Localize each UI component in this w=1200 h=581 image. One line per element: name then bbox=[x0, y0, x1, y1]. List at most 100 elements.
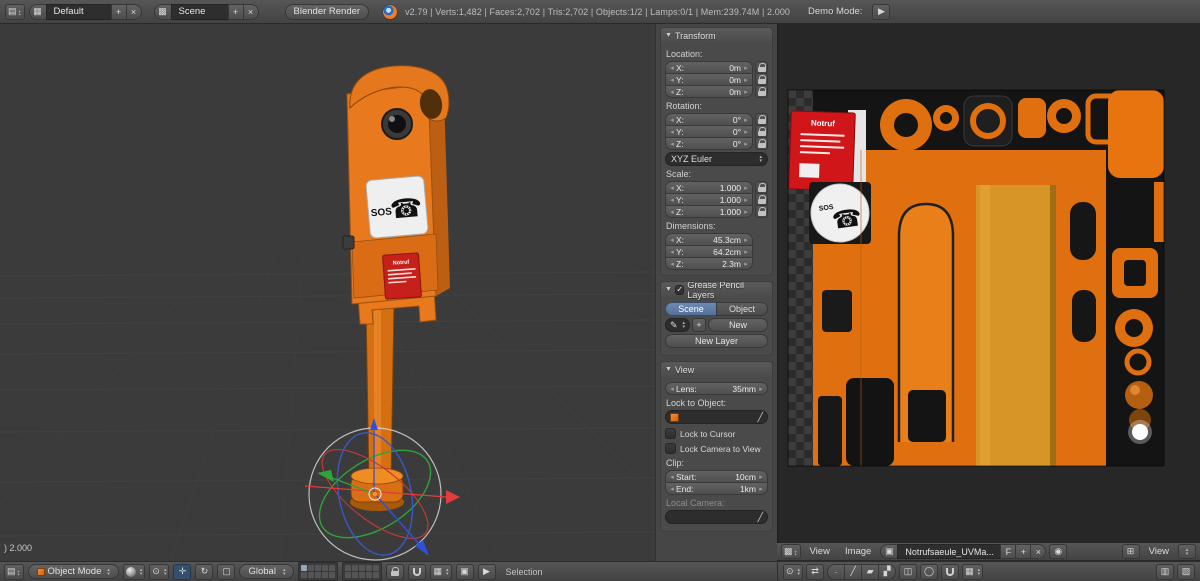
decrement-arrow-icon[interactable] bbox=[669, 260, 675, 268]
lens-field[interactable]: Lens: 35mm bbox=[665, 382, 768, 395]
layout-name-field[interactable]: Default bbox=[45, 3, 112, 20]
opengl-render-image-button[interactable]: ▣ bbox=[455, 563, 474, 580]
grease-pencil-panel-header[interactable]: ▼ Grease Pencil Layers bbox=[661, 282, 772, 300]
increment-arrow-icon[interactable] bbox=[743, 208, 749, 216]
select-mode-edge-button[interactable]: ╱ bbox=[844, 563, 863, 580]
region-expand-icon[interactable]: ⊞ bbox=[1121, 544, 1140, 559]
increment-arrow-icon[interactable] bbox=[743, 236, 749, 244]
scale-z-field[interactable]: Z: 1.000 bbox=[665, 205, 753, 218]
increment-arrow-icon[interactable] bbox=[743, 140, 749, 148]
uv-image-editor[interactable]: Notruf SOS ☎ bbox=[777, 24, 1200, 543]
browse-scenes-button[interactable]: ▩ bbox=[153, 3, 172, 20]
dimensions-z-field[interactable]: Z: 2.3m bbox=[665, 257, 753, 270]
tab-object[interactable]: Object bbox=[716, 302, 768, 316]
browse-layouts-button[interactable]: ▦ bbox=[28, 3, 47, 20]
rotation-mode-dropdown[interactable]: XYZ Euler bbox=[665, 152, 768, 166]
lock-location-z-button[interactable] bbox=[755, 85, 768, 98]
decrement-arrow-icon[interactable] bbox=[669, 208, 675, 216]
snap-element-dropdown[interactable]: ▦ bbox=[430, 563, 452, 580]
layer-buttons-left[interactable] bbox=[298, 562, 339, 581]
increment-arrow-icon[interactable] bbox=[743, 76, 749, 84]
viewport-editor-type-dropdown[interactable]: ▤ bbox=[4, 563, 24, 580]
increment-arrow-icon[interactable] bbox=[743, 128, 749, 136]
pivot-point-dropdown[interactable]: ⊙ bbox=[149, 563, 170, 580]
decrement-arrow-icon[interactable] bbox=[669, 485, 675, 493]
blender-logo-icon[interactable] bbox=[383, 4, 398, 19]
layer-buttons-right[interactable] bbox=[342, 562, 383, 581]
manipulator-translate-button[interactable]: ✛ bbox=[173, 563, 192, 580]
delete-layout-button[interactable]: × bbox=[125, 3, 142, 20]
fake-user-button[interactable]: F bbox=[1000, 544, 1017, 559]
decrement-arrow-icon[interactable] bbox=[669, 128, 675, 136]
uv-scopes-toggle-button[interactable]: ▧ bbox=[1177, 563, 1195, 580]
decrement-arrow-icon[interactable] bbox=[669, 184, 675, 192]
lock-rotation-y-button[interactable] bbox=[755, 125, 768, 138]
layer-cell[interactable] bbox=[322, 565, 329, 571]
uv-snap-toggle-button[interactable] bbox=[941, 563, 960, 580]
grease-pencil-checkbox[interactable] bbox=[674, 284, 685, 295]
increment-arrow-icon[interactable] bbox=[743, 116, 749, 124]
layer-cell[interactable] bbox=[352, 572, 359, 578]
layer-cell[interactable] bbox=[345, 565, 352, 571]
clip-end-field[interactable]: End: 1km bbox=[665, 482, 768, 495]
decrement-arrow-icon[interactable] bbox=[669, 88, 675, 96]
lock-rotation-x-button[interactable] bbox=[755, 113, 768, 126]
select-mode-vertex-button[interactable]: ∙ bbox=[827, 563, 846, 580]
increment-arrow-icon[interactable] bbox=[758, 385, 764, 393]
sync-uv-selection-button[interactable]: ⇄ bbox=[806, 563, 825, 580]
collapse-panel-icon[interactable] bbox=[1178, 544, 1196, 559]
decrement-arrow-icon[interactable] bbox=[669, 236, 675, 244]
gp-new-button[interactable]: New bbox=[708, 318, 768, 332]
layer-cell[interactable] bbox=[359, 572, 366, 578]
opengl-render-animation-button[interactable]: ▶ bbox=[477, 563, 496, 580]
browse-image-button[interactable]: ▣ bbox=[880, 544, 899, 559]
lock-to-cursor-checkbox[interactable] bbox=[665, 428, 676, 439]
play-demo-button[interactable]: ▶ bbox=[872, 3, 891, 20]
layer-cell[interactable] bbox=[366, 565, 373, 571]
layer-cell[interactable] bbox=[329, 565, 336, 571]
layer-cell[interactable] bbox=[301, 565, 308, 571]
uv-snap-element-dropdown[interactable]: ▦ bbox=[962, 563, 984, 580]
location-z-field[interactable]: Z: 0m bbox=[665, 85, 753, 98]
add-scene-button[interactable]: + bbox=[227, 3, 244, 20]
add-image-button[interactable]: + bbox=[1015, 544, 1032, 559]
image-datablock-field[interactable]: Notrufsaeule_UVMa... bbox=[897, 544, 1002, 559]
view-panel-header[interactable]: ▼ View bbox=[661, 362, 772, 377]
gp-new-layer-button[interactable]: New Layer bbox=[665, 334, 768, 348]
proportional-edit-dropdown[interactable]: ◯ bbox=[920, 563, 939, 580]
lock-to-scene-button[interactable] bbox=[386, 563, 405, 580]
add-gp-data-button[interactable]: + bbox=[692, 318, 707, 332]
decrement-arrow-icon[interactable] bbox=[669, 76, 675, 84]
eyedropper-icon[interactable]: ╱ bbox=[758, 412, 763, 423]
lock-scale-x-button[interactable] bbox=[755, 181, 768, 194]
lock-rotation-z-button[interactable] bbox=[755, 137, 768, 150]
decrement-arrow-icon[interactable] bbox=[669, 385, 675, 393]
uv-image-menu[interactable]: Image bbox=[839, 543, 877, 560]
unlink-image-button[interactable]: × bbox=[1030, 544, 1047, 559]
lock-location-y-button[interactable] bbox=[755, 73, 768, 86]
decrement-arrow-icon[interactable] bbox=[669, 140, 675, 148]
increment-arrow-icon[interactable] bbox=[743, 260, 749, 268]
add-layout-button[interactable]: + bbox=[110, 3, 127, 20]
uv-pivot-dropdown[interactable]: ⊙ bbox=[783, 563, 804, 580]
layer-cell[interactable] bbox=[373, 565, 380, 571]
gp-data-dropdown[interactable]: ✎ bbox=[665, 318, 691, 332]
layer-cell[interactable] bbox=[315, 565, 322, 571]
decrement-arrow-icon[interactable] bbox=[669, 116, 675, 124]
increment-arrow-icon[interactable] bbox=[743, 64, 749, 72]
snap-toggle-button[interactable] bbox=[408, 563, 427, 580]
editor-type-dropdown[interactable]: ▤ bbox=[5, 3, 25, 20]
decrement-arrow-icon[interactable] bbox=[669, 473, 675, 481]
transform-panel-header[interactable]: ▼ Transform bbox=[661, 28, 772, 43]
increment-arrow-icon[interactable] bbox=[743, 248, 749, 256]
layer-cell[interactable] bbox=[322, 572, 329, 578]
lock-scale-y-button[interactable] bbox=[755, 193, 768, 206]
select-mode-island-button[interactable]: ▞ bbox=[878, 563, 897, 580]
layer-cell[interactable] bbox=[352, 565, 359, 571]
increment-arrow-icon[interactable] bbox=[758, 473, 764, 481]
decrement-arrow-icon[interactable] bbox=[669, 196, 675, 204]
tab-scene[interactable]: Scene bbox=[665, 302, 717, 316]
manipulator-rotate-button[interactable]: ↻ bbox=[195, 563, 214, 580]
rotation-z-field[interactable]: Z: 0° bbox=[665, 137, 753, 150]
pin-image-icon[interactable]: ◉ bbox=[1049, 544, 1068, 559]
